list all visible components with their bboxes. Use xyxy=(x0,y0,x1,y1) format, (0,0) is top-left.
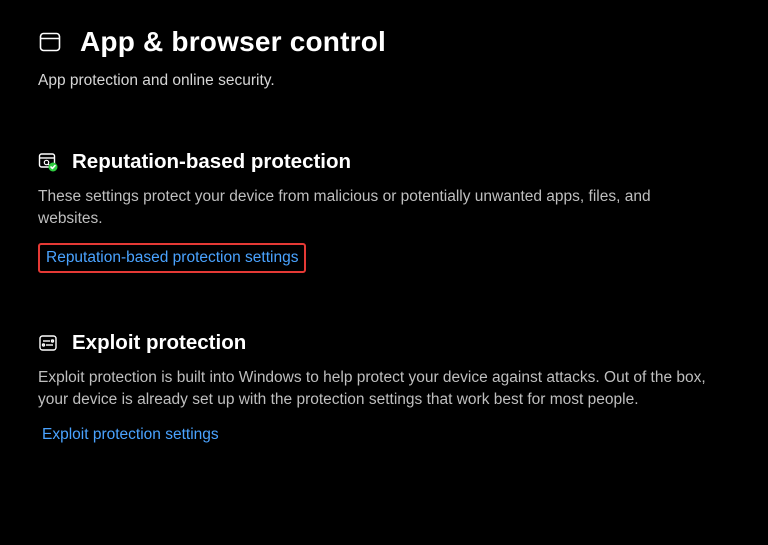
exploit-settings-link[interactable]: Exploit protection settings xyxy=(38,424,223,446)
exploit-section-header: Exploit protection xyxy=(38,331,730,355)
exploit-title: Exploit protection xyxy=(72,331,246,355)
exploit-section: Exploit protection Exploit protection is… xyxy=(38,331,730,446)
reputation-section-header: Reputation-based protection xyxy=(38,150,730,174)
exploit-description: Exploit protection is built into Windows… xyxy=(38,367,718,412)
reputation-section: Reputation-based protection These settin… xyxy=(38,150,730,273)
exploit-icon xyxy=(38,333,58,353)
reputation-settings-link[interactable]: Reputation-based protection settings xyxy=(38,243,306,273)
page-subtitle: App protection and online security. xyxy=(38,72,730,90)
app-browser-icon xyxy=(38,30,62,54)
page-header: App & browser control xyxy=(38,26,730,58)
reputation-title: Reputation-based protection xyxy=(72,150,351,174)
page-title: App & browser control xyxy=(80,26,386,58)
reputation-description: These settings protect your device from … xyxy=(38,186,718,231)
reputation-icon xyxy=(38,152,58,172)
